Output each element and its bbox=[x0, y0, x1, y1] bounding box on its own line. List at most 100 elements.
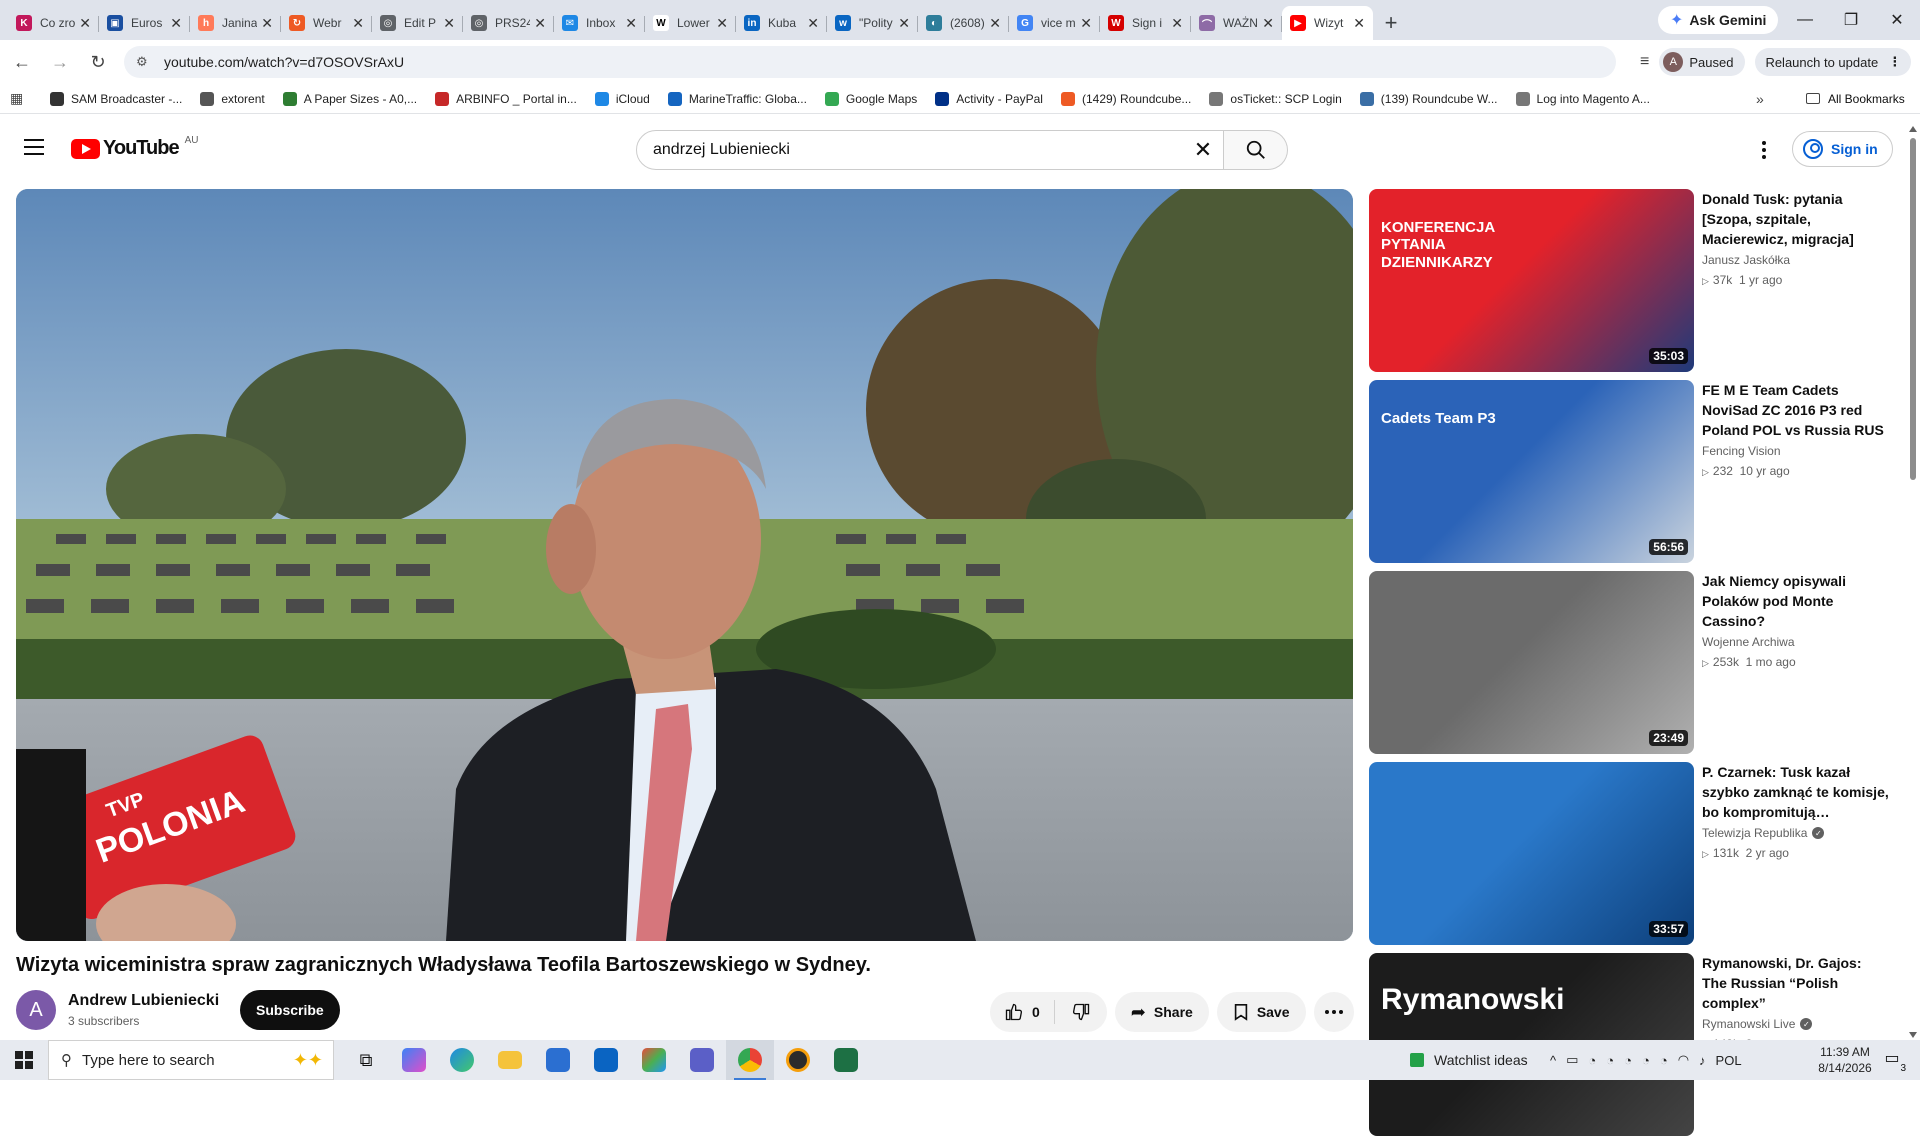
bookmark-item[interactable]: Activity - PayPal bbox=[935, 91, 1043, 106]
browser-tab[interactable]: h Janina ✕ bbox=[190, 6, 281, 40]
search-input[interactable]: andrzej Lubieniecki bbox=[653, 141, 1183, 159]
share-button[interactable]: ➦ Share bbox=[1114, 992, 1209, 1032]
bookmark-item[interactable]: Google Maps bbox=[824, 91, 917, 106]
menu-icon[interactable] bbox=[24, 139, 44, 155]
bookmark-item[interactable]: iCloud bbox=[594, 91, 650, 106]
new-tab-button[interactable]: + bbox=[1373, 6, 1409, 40]
ask-gemini-button[interactable]: ✦ Ask Gemini bbox=[1658, 6, 1779, 34]
close-tab-icon[interactable]: ✕ bbox=[1171, 15, 1183, 32]
close-tab-icon[interactable]: ✕ bbox=[534, 15, 546, 32]
recommendation-item[interactable]: Cadets Team P3 56:56 FE M E Team Cadets No… bbox=[1369, 380, 1889, 563]
channel-name[interactable]: Andrew Lubieniecki bbox=[68, 992, 228, 1010]
recommendation-channel[interactable]: Telewizja Republika ✓ bbox=[1702, 826, 1889, 840]
restore-icon[interactable]: ❐ bbox=[1828, 0, 1874, 40]
watchlist-widget[interactable]: Watchlist ideas bbox=[1410, 1040, 1528, 1080]
network-icon-2[interactable]: ◔ bbox=[1606, 1053, 1614, 1068]
windows-start-icon[interactable] bbox=[0, 1040, 48, 1080]
youtube-logo[interactable]: YouTube AU bbox=[71, 135, 198, 160]
search-button[interactable] bbox=[1224, 130, 1288, 170]
file-explorer-icon[interactable] bbox=[486, 1040, 534, 1080]
site-info-icon[interactable]: ⚙ bbox=[136, 54, 152, 70]
browser-tab[interactable]: W Sign i ✕ bbox=[1100, 6, 1191, 40]
bookmark-item[interactable]: (139) Roundcube W... bbox=[1359, 91, 1498, 106]
outlook-icon[interactable] bbox=[582, 1040, 630, 1080]
close-tab-icon[interactable]: ✕ bbox=[625, 15, 637, 32]
language-indicator[interactable]: POL bbox=[1716, 1053, 1742, 1068]
scroll-up-icon[interactable] bbox=[1909, 126, 1917, 132]
edge-browser-icon[interactable] bbox=[438, 1040, 486, 1080]
microsoft-store-icon[interactable] bbox=[534, 1040, 582, 1080]
browser-tab[interactable]: ⌒ WAŻN ✕ bbox=[1191, 6, 1282, 40]
bookmark-item[interactable]: MarineTraffic: Globa... bbox=[667, 91, 807, 106]
taskbar-search[interactable]: ⚲ Type here to search ✦✦ bbox=[48, 1040, 334, 1080]
recommendation-item[interactable]: 33:57 P. Czarnek: Tusk kazał szybko zamkn… bbox=[1369, 762, 1889, 945]
close-tab-icon[interactable]: ✕ bbox=[1080, 15, 1092, 32]
bookmark-item[interactable]: Log into Magento A... bbox=[1515, 91, 1650, 106]
close-tab-icon[interactable]: ✕ bbox=[716, 15, 728, 32]
recommendation-thumbnail[interactable]: Cadets Team P3 56:56 bbox=[1369, 380, 1694, 563]
recommendation-title[interactable]: P. Czarnek: Tusk kazał szybko zamknąć te… bbox=[1702, 762, 1889, 822]
browser-tab[interactable]: in Kuba ✕ bbox=[736, 6, 827, 40]
bookmark-item[interactable]: A Paper Sizes - A0,... bbox=[282, 91, 417, 106]
close-window-icon[interactable]: ✕ bbox=[1874, 0, 1920, 40]
task-view-icon[interactable]: ⧉ bbox=[342, 1040, 390, 1080]
profile-button[interactable]: A Paused bbox=[1659, 48, 1746, 76]
forward-arrow-icon[interactable]: → bbox=[44, 46, 76, 78]
minimize-icon[interactable]: — bbox=[1782, 0, 1828, 40]
bookmark-item[interactable]: extorent bbox=[200, 91, 265, 106]
scrollbar-thumb[interactable] bbox=[1910, 138, 1916, 480]
recommendation-channel[interactable]: Wojenne Archiwa bbox=[1702, 635, 1889, 649]
media-controls-icon[interactable]: ≡ bbox=[1640, 53, 1649, 71]
bookmark-item[interactable]: SAM Broadcaster -... bbox=[50, 91, 182, 106]
back-arrow-icon[interactable]: ← bbox=[6, 46, 38, 78]
close-tab-icon[interactable]: ✕ bbox=[807, 15, 819, 32]
chrome-menu-icon[interactable]: ⋮ bbox=[1888, 54, 1901, 70]
recommendation-item[interactable]: KONFERENCJA PYTANIA DZIENNIKARZY 35:03 Don… bbox=[1369, 189, 1889, 372]
browser-tab[interactable]: ◎ Edit P ✕ bbox=[372, 6, 463, 40]
like-button[interactable]: 0 bbox=[990, 1000, 1055, 1024]
browser-tab[interactable]: ↻ Webr ✕ bbox=[281, 6, 372, 40]
recommendation-item[interactable]: 23:49 Jak Niemcy opisywali Polaków pod Mo… bbox=[1369, 571, 1889, 754]
close-tab-icon[interactable]: ✕ bbox=[261, 15, 273, 32]
tray-overflow-icon[interactable]: ^ bbox=[1550, 1053, 1556, 1068]
recommendation-title[interactable]: Donald Tusk: pytania [Szopa, szpitale, M… bbox=[1702, 189, 1889, 249]
clear-search-icon[interactable]: ✕ bbox=[1183, 137, 1223, 163]
excel-icon[interactable] bbox=[822, 1040, 870, 1080]
channel-avatar[interactable]: A bbox=[16, 990, 56, 1030]
browser-tab[interactable]: K Co zro ✕ bbox=[8, 6, 99, 40]
page-scrollbar[interactable] bbox=[1906, 124, 1920, 1040]
browser-tab[interactable]: ▶ Wizyt ✕ bbox=[1282, 6, 1373, 40]
browser-tab[interactable]: W Lower ✕ bbox=[645, 6, 736, 40]
close-tab-icon[interactable]: ✕ bbox=[170, 15, 182, 32]
close-tab-icon[interactable]: ✕ bbox=[898, 15, 910, 32]
recommendation-title[interactable]: Jak Niemcy opisywali Polaków pod Monte C… bbox=[1702, 571, 1889, 631]
relaunch-button[interactable]: Relaunch to update ⋮ bbox=[1755, 48, 1912, 76]
all-bookmarks-button[interactable]: All Bookmarks bbox=[1806, 92, 1905, 106]
teams-icon[interactable] bbox=[678, 1040, 726, 1080]
network-icon-4[interactable]: ◔ bbox=[1642, 1053, 1650, 1068]
browser-tab[interactable]: ◐ (2608) ✕ bbox=[918, 6, 1009, 40]
recommendation-channel[interactable]: Fencing Vision bbox=[1702, 444, 1889, 458]
browser-tab[interactable]: ◎ PRS24 ✕ bbox=[463, 6, 554, 40]
wifi-icon[interactable]: ◠ bbox=[1678, 1052, 1689, 1068]
address-bar[interactable]: ⚙ youtube.com/watch?v=d7OSOVSrAxU ⎙ ☆ bbox=[124, 46, 1725, 78]
recommendation-thumbnail[interactable]: 23:49 bbox=[1369, 571, 1694, 754]
copilot-app-icon[interactable] bbox=[390, 1040, 438, 1080]
dislike-button[interactable] bbox=[1055, 1000, 1107, 1024]
close-tab-icon[interactable]: ✕ bbox=[352, 15, 364, 32]
recommendation-thumbnail[interactable]: KONFERENCJA PYTANIA DZIENNIKARZY 35:03 bbox=[1369, 189, 1694, 372]
close-tab-icon[interactable]: ✕ bbox=[1262, 15, 1274, 32]
close-tab-icon[interactable]: ✕ bbox=[1353, 15, 1365, 32]
meet-icon[interactable]: ▭ bbox=[1566, 1052, 1578, 1068]
network-icon-5[interactable]: ◔ bbox=[1660, 1053, 1668, 1068]
url-text[interactable]: youtube.com/watch?v=d7OSOVSrAxU bbox=[164, 54, 404, 70]
browser-tab[interactable]: ✉ Inbox ✕ bbox=[554, 6, 645, 40]
close-tab-icon[interactable]: ✕ bbox=[443, 15, 455, 32]
browser-tab[interactable]: ▣ Euros ✕ bbox=[99, 6, 190, 40]
scroll-down-icon[interactable] bbox=[1909, 1032, 1917, 1038]
volume-icon[interactable]: ♪ bbox=[1699, 1053, 1706, 1068]
network-icon-3[interactable]: ◔ bbox=[1624, 1053, 1632, 1068]
media-app-icon[interactable] bbox=[774, 1040, 822, 1080]
chrome-icon[interactable] bbox=[726, 1040, 774, 1080]
bookmark-item[interactable]: ARBINFO _ Portal in... bbox=[435, 91, 577, 106]
